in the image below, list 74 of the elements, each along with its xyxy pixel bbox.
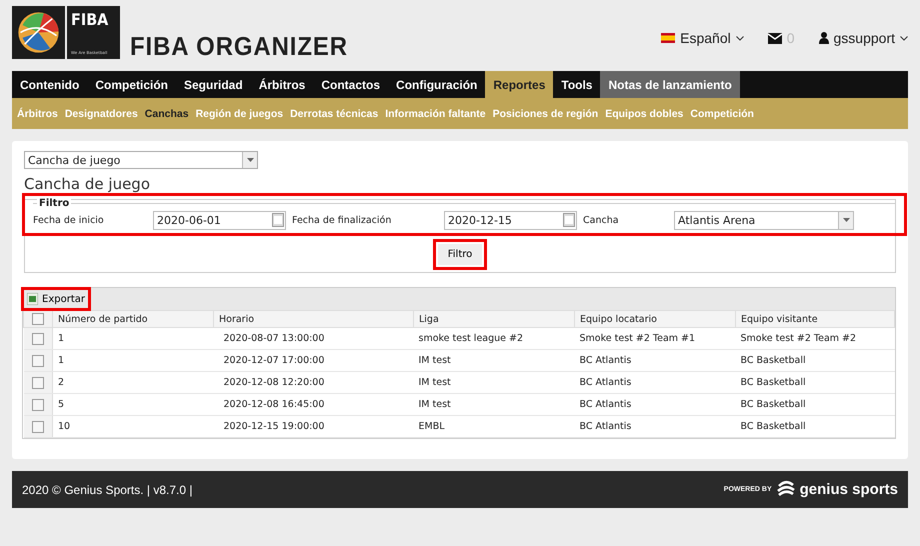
table-cell: BC Basketball bbox=[736, 350, 894, 372]
filter-legend: Filtro bbox=[37, 198, 72, 209]
table-cell: Smoke test #2 Team #2 bbox=[736, 328, 894, 350]
nav-tab[interactable]: Seguridad bbox=[176, 71, 251, 98]
column-header[interactable]: Horario bbox=[214, 310, 414, 328]
table-cell: Smoke test #2 Team #1 bbox=[574, 328, 736, 350]
field-label: Cancha bbox=[583, 214, 620, 226]
table-cell: 2020-12-08 16:45:00 bbox=[214, 394, 414, 416]
field-label: Fecha de inicio bbox=[33, 214, 105, 226]
table-cell: 1 bbox=[52, 328, 214, 350]
table-cell: smoke test league #2 bbox=[414, 328, 574, 350]
row-checkbox[interactable] bbox=[32, 420, 44, 432]
court-dropdown[interactable]: Atlantis Arena bbox=[674, 210, 854, 230]
table-cell: 2020-08-07 13:00:00 bbox=[214, 328, 414, 350]
table-cell: BC Atlantis bbox=[574, 350, 736, 372]
nav-tab[interactable]: Contenido bbox=[12, 71, 88, 98]
subnav-link[interactable]: Canchas bbox=[142, 108, 192, 120]
table-cell: 2020-12-07 17:00:00 bbox=[214, 350, 414, 372]
copyright-text: 2020 © Genius Sports. | v8.7.0 | bbox=[22, 482, 193, 496]
table-cell: BC Basketball bbox=[736, 416, 894, 438]
column-header[interactable]: Equipo locatario bbox=[574, 310, 736, 328]
table-cell: 2 bbox=[52, 372, 214, 394]
table-cell: IM test bbox=[414, 372, 574, 394]
mail-icon bbox=[768, 32, 782, 44]
table-cell: BC Atlantis bbox=[574, 372, 736, 394]
table-cell: EMBL bbox=[414, 416, 574, 438]
field-label: Fecha de finalización bbox=[292, 214, 392, 226]
nav-tab[interactable]: Competición bbox=[87, 71, 176, 98]
spreadsheet-icon bbox=[27, 293, 38, 305]
nav-tab[interactable]: Árbitros bbox=[250, 71, 314, 98]
column-header[interactable]: Número de partido bbox=[52, 310, 214, 328]
row-checkbox[interactable] bbox=[32, 398, 44, 410]
table-cell: 2020-12-08 12:20:00 bbox=[214, 372, 414, 394]
row-checkbox[interactable] bbox=[32, 354, 44, 366]
nav-tab[interactable]: Reportes bbox=[485, 71, 554, 98]
table-cell: BC Atlantis bbox=[574, 394, 736, 416]
table-cell: 5 bbox=[52, 394, 214, 416]
brand-text: genius sports bbox=[800, 481, 898, 498]
row-checkbox[interactable] bbox=[32, 376, 44, 388]
table-cell: 10 bbox=[52, 416, 214, 438]
nav-tab[interactable]: Tools bbox=[553, 71, 600, 98]
app-title: FIBA ORGANIZER bbox=[130, 33, 348, 59]
user-icon bbox=[818, 32, 829, 44]
language-menu[interactable]: Español bbox=[661, 30, 744, 46]
nav-tab[interactable]: Contactos bbox=[313, 71, 388, 98]
column-header[interactable]: Equipo visitante bbox=[736, 310, 894, 328]
table-cell: IM test bbox=[414, 350, 574, 372]
table-cell: BC Basketball bbox=[736, 394, 894, 416]
row-checkbox[interactable] bbox=[32, 332, 44, 344]
chevron-down-icon bbox=[900, 36, 908, 40]
page-heading: Cancha de juego bbox=[24, 175, 152, 193]
select-all-checkbox[interactable] bbox=[32, 313, 44, 325]
table-cell: BC Basketball bbox=[736, 372, 894, 394]
column-header[interactable]: Liga bbox=[414, 310, 574, 328]
logo-text: FIBA bbox=[71, 10, 110, 29]
table-cell: IM test bbox=[414, 394, 574, 416]
chevron-down-icon bbox=[736, 36, 744, 40]
report-dropdown[interactable]: Cancha de juego bbox=[24, 151, 258, 169]
nav-tab[interactable]: Configuración bbox=[388, 71, 486, 98]
nav-tab[interactable]: Notas de lanzamiento bbox=[600, 71, 740, 98]
user-menu[interactable]: gssupport bbox=[818, 30, 908, 46]
dropdown-arrow-icon bbox=[842, 218, 850, 222]
calendar-icon bbox=[563, 213, 575, 227]
start-date-field[interactable]: 2020-06-01 bbox=[153, 210, 286, 230]
ball-logo-icon bbox=[12, 6, 65, 59]
table-cell: BC Atlantis bbox=[574, 416, 736, 438]
flag-icon bbox=[661, 33, 676, 43]
end-date-field[interactable]: 2020-12-15 bbox=[444, 210, 577, 230]
dropdown-arrow-icon bbox=[246, 158, 254, 162]
table-cell: 1 bbox=[52, 350, 214, 372]
export-button[interactable]: Exportar bbox=[21, 287, 91, 311]
filter-button[interactable]: Filtro bbox=[438, 244, 482, 264]
table-cell: 2020-12-15 19:00:00 bbox=[214, 416, 414, 438]
calendar-icon bbox=[272, 213, 284, 227]
